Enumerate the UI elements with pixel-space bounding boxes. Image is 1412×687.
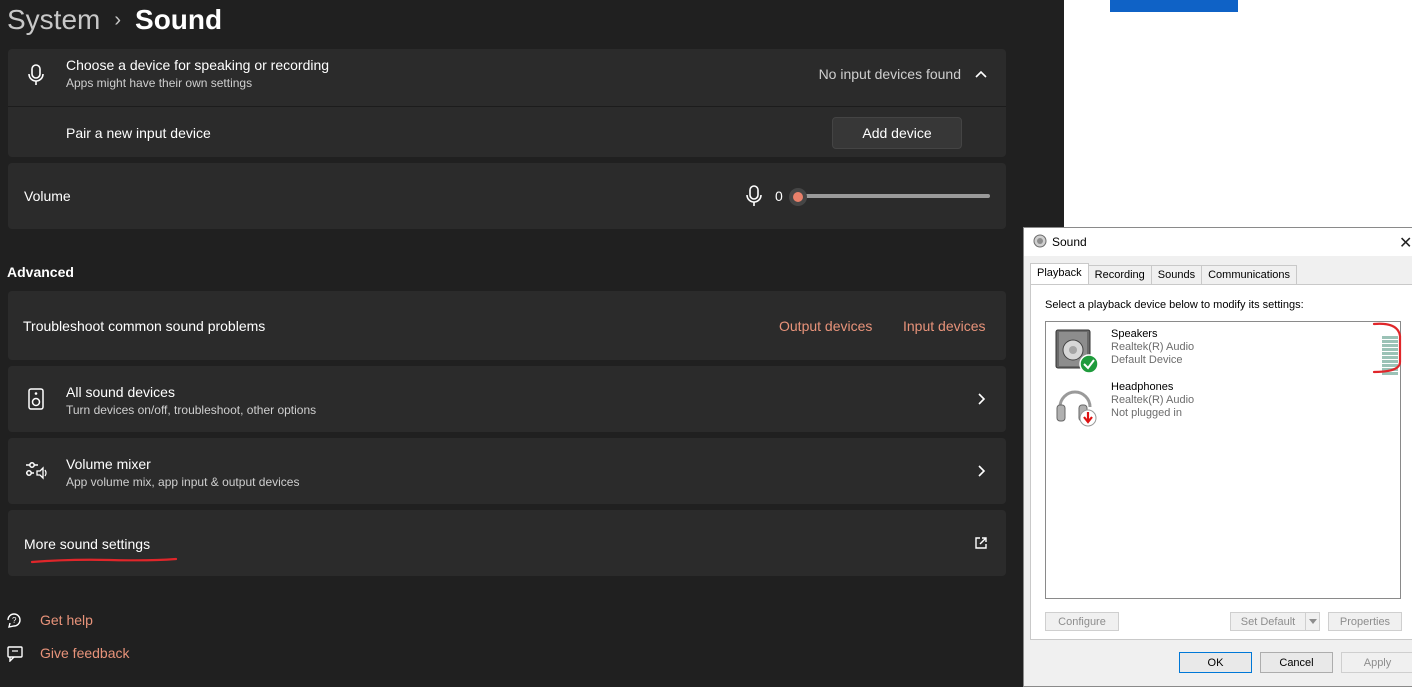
input-devices-link[interactable]: Input devices <box>903 318 986 334</box>
volume-value: 0 <box>775 188 783 204</box>
playback-device-list: Speakers Realtek(R) Audio Default Device <box>1045 321 1401 599</box>
chevron-right-icon <box>974 392 988 406</box>
help-icon: ? <box>6 611 24 629</box>
background-window-button[interactable] <box>1110 0 1238 12</box>
annotation-underline <box>30 557 178 564</box>
pair-device-label: Pair a new input device <box>66 125 211 141</box>
volume-mixer-title: Volume mixer <box>66 456 151 472</box>
device-headphones[interactable]: Headphones Realtek(R) Audio Not plugged … <box>1054 381 1384 431</box>
device-driver: Realtek(R) Audio <box>1111 394 1195 406</box>
more-sound-settings-card[interactable]: More sound settings <box>8 510 1006 576</box>
breadcrumb: System › Sound <box>7 0 222 40</box>
volume-mixer-card[interactable]: Volume mixer App volume mix, app input &… <box>8 438 1006 504</box>
speakers-text: Speakers Realtek(R) Audio Default Device <box>1111 328 1194 367</box>
device-name: Headphones <box>1111 381 1174 393</box>
input-device-status: No input devices found <box>818 66 961 82</box>
breadcrumb-separator: › <box>114 8 122 31</box>
device-name: Speakers <box>1111 328 1158 340</box>
speaker-device-icon <box>24 387 48 411</box>
apply-button[interactable]: Apply <box>1341 652 1412 673</box>
device-status: Not plugged in <box>1111 407 1182 419</box>
tab-sounds[interactable]: Sounds <box>1150 265 1203 286</box>
get-help-link[interactable]: Get help <box>40 612 93 628</box>
headphones-unplugged-icon <box>1054 381 1100 427</box>
speaker-default-icon <box>1054 328 1100 374</box>
cancel-button[interactable]: Cancel <box>1260 652 1333 673</box>
svg-text:?: ? <box>12 616 17 625</box>
settings-window: System › Sound Choose a device for speak… <box>0 0 1064 676</box>
volume-label: Volume <box>24 188 71 204</box>
playback-instruction: Select a playback device below to modify… <box>1045 299 1304 311</box>
dialog-titlebar: Sound ✕ <box>1024 228 1412 256</box>
annotation-bracket <box>1372 322 1402 374</box>
output-devices-link[interactable]: Output devices <box>779 318 872 334</box>
give-feedback-link[interactable]: Give feedback <box>40 645 130 661</box>
tab-recording[interactable]: Recording <box>1087 265 1152 286</box>
chevron-up-icon[interactable] <box>974 67 988 81</box>
all-sound-devices-text: All sound devices Turn devices on/off, t… <box>66 384 316 417</box>
sound-dialog: Sound ✕ Playback Recording Sounds Commun… <box>1023 227 1412 687</box>
troubleshoot-label: Troubleshoot common sound problems <box>23 318 266 334</box>
volume-mixer-text: Volume mixer App volume mix, app input &… <box>66 456 299 489</box>
input-device-subtitle: Apps might have their own settings <box>66 76 253 90</box>
external-link-icon <box>974 536 988 550</box>
properties-button[interactable]: Properties <box>1328 612 1402 631</box>
device-status: Default Device <box>1111 354 1183 366</box>
input-device-title: Choose a device for speaking or recordin… <box>66 57 330 73</box>
device-driver: Realtek(R) Audio <box>1111 341 1195 353</box>
close-icon[interactable]: ✕ <box>1399 233 1412 253</box>
input-device-header[interactable]: Choose a device for speaking or recordin… <box>8 49 1006 106</box>
feedback-icon <box>6 644 24 663</box>
playback-panel: Select a playback device below to modify… <box>1030 284 1412 640</box>
input-device-card: Choose a device for speaking or recordin… <box>8 49 1006 157</box>
all-sound-devices-subtitle: Turn devices on/off, troubleshoot, other… <box>66 403 317 417</box>
all-sound-devices-title: All sound devices <box>66 384 175 400</box>
section-heading-advanced: Advanced <box>7 264 74 280</box>
pair-device-row: Pair a new input device Add device <box>8 107 1006 157</box>
all-sound-devices-card[interactable]: All sound devices Turn devices on/off, t… <box>8 366 1006 432</box>
volume-mixer-subtitle: App volume mix, app input & output devic… <box>66 475 300 489</box>
microphone-icon[interactable] <box>746 185 762 212</box>
chevron-right-icon <box>974 464 988 478</box>
breadcrumb-system[interactable]: System <box>7 4 100 36</box>
more-sound-settings-title: More sound settings <box>24 536 151 552</box>
microphone-icon <box>24 63 48 87</box>
page-title: Sound <box>135 4 223 35</box>
dialog-title: Sound <box>1052 235 1087 249</box>
set-default-dropdown[interactable] <box>1305 612 1320 631</box>
volume-slider-thumb[interactable] <box>789 188 807 206</box>
input-device-text: Choose a device for speaking or recordin… <box>66 57 329 90</box>
volume-mixer-icon <box>24 459 48 483</box>
volume-slider-track[interactable] <box>799 194 990 198</box>
configure-button[interactable]: Configure <box>1045 612 1119 631</box>
device-speakers[interactable]: Speakers Realtek(R) Audio Default Device <box>1054 328 1398 378</box>
headphones-text: Headphones Realtek(R) Audio Not plugged … <box>1111 381 1194 420</box>
tab-communications[interactable]: Communications <box>1201 265 1298 286</box>
add-device-button[interactable]: Add device <box>832 117 962 149</box>
set-default-button[interactable]: Set Default <box>1230 612 1306 631</box>
troubleshoot-card: Troubleshoot common sound problems Outpu… <box>8 291 1006 360</box>
ok-button[interactable]: OK <box>1179 652 1252 673</box>
sound-app-icon <box>1033 234 1047 253</box>
